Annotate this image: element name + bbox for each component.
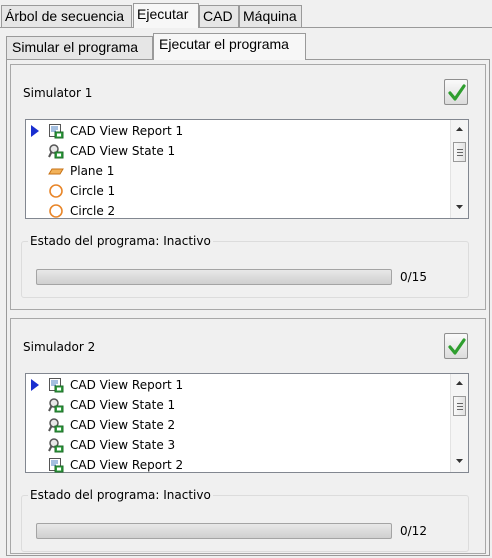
simulator-title: Simulator 1 [23,86,93,100]
view-state-icon [48,398,64,413]
sub-tab-bar: Simular el programa Ejecutar el programa [0,33,492,60]
list-item[interactable]: Circle 1 [26,181,446,201]
execution-page: Simulator 1 CAD View Report 1 CAD View S… [6,59,490,556]
tab-arbol-de-secuencia[interactable]: Árbol de secuencia [1,5,132,27]
tab-ejecutar-el-programa[interactable]: Ejecutar el programa [153,33,306,60]
progress-bar [36,523,392,539]
list-item[interactable]: CAD View State 3 [26,435,446,455]
checkmark-icon [448,338,466,355]
scroll-down-icon[interactable] [456,459,463,463]
view-state-icon [48,438,64,453]
view-state-icon [48,144,64,159]
scrollbar-thumb[interactable] [453,396,466,416]
report-icon [49,124,64,139]
simulator-title: Simulador 2 [23,340,96,354]
list-item[interactable]: CAD View Report 1 [26,121,446,141]
list-item-label: CAD View Report 1 [70,124,184,138]
tab-label: Ejecutar [137,6,189,22]
list-item[interactable]: CAD View State 1 [26,141,446,161]
current-step-arrow-icon [31,125,39,137]
list-item[interactable]: CAD View Report 1 [26,375,446,395]
scroll-up-icon[interactable] [456,127,463,131]
tab-label: Árbol de secuencia [5,8,125,24]
tab-label: CAD [203,8,233,24]
progress-bar [36,269,392,285]
tab-label: Máquina [243,8,297,24]
current-step-arrow-icon [31,379,39,391]
checkmark-icon [448,84,466,101]
tab-bar-divider [0,27,492,28]
scroll-down-icon[interactable] [456,205,463,209]
program-status-group: Estado del programa: Inactivo 0/15 [21,234,469,298]
view-state-icon [48,418,64,433]
run-check-button[interactable] [444,79,468,105]
tab-ejecutar[interactable]: Ejecutar [133,3,199,28]
run-check-button[interactable] [444,333,468,359]
list-scrollbar[interactable] [450,374,468,472]
scroll-up-icon[interactable] [456,381,463,385]
program-status-label: Estado del programa: Inactivo [28,234,213,248]
plane-icon [48,168,64,175]
list-item[interactable]: CAD View State 2 [26,415,446,435]
simulator-panel-2: Simulador 2 CAD View Report 1 CAD View S… [10,318,486,554]
list-item-label: Circle 2 [70,204,116,218]
circle-icon [49,204,63,218]
list-item-label: CAD View State 3 [70,438,176,452]
list-item-label: CAD View Report 2 [70,458,184,472]
list-item-label: Circle 1 [70,184,116,198]
sequence-list[interactable]: CAD View Report 1 CAD View State 1 CAD V… [25,373,469,473]
progress-count: 0/12 [400,524,427,538]
program-status-group: Estado del programa: Inactivo 0/12 [21,488,469,552]
report-icon [49,458,64,473]
circle-icon [49,184,63,198]
sequence-list[interactable]: CAD View Report 1 CAD View State 1 Plane… [25,119,469,219]
tab-label: Simular el programa [12,39,139,55]
list-item[interactable]: Plane 1 [26,161,446,181]
list-item-label: CAD View State 1 [70,398,176,412]
report-icon [49,378,64,393]
list-item-label: CAD View State 1 [70,144,176,158]
tab-simular-el-programa[interactable]: Simular el programa [6,36,153,59]
list-item[interactable]: Circle 2 [26,201,446,221]
list-item-label: Plane 1 [70,164,115,178]
program-status-label: Estado del programa: Inactivo [28,488,213,502]
list-item-label: CAD View Report 1 [70,378,184,392]
tab-maquina[interactable]: Máquina [239,5,302,27]
scrollbar-thumb[interactable] [453,142,466,162]
progress-count: 0/15 [400,270,427,284]
list-item-label: CAD View State 2 [70,418,176,432]
tab-label: Ejecutar el programa [159,36,289,52]
list-scrollbar[interactable] [450,120,468,218]
main-tab-bar: Árbol de secuencia Ejecutar CAD Máquina [0,0,492,28]
list-item[interactable]: CAD View State 1 [26,395,446,415]
tab-cad[interactable]: CAD [199,5,239,27]
list-item[interactable]: CAD View Report 2 [26,455,446,475]
simulator-panel-1: Simulator 1 CAD View Report 1 CAD View S… [10,64,486,310]
